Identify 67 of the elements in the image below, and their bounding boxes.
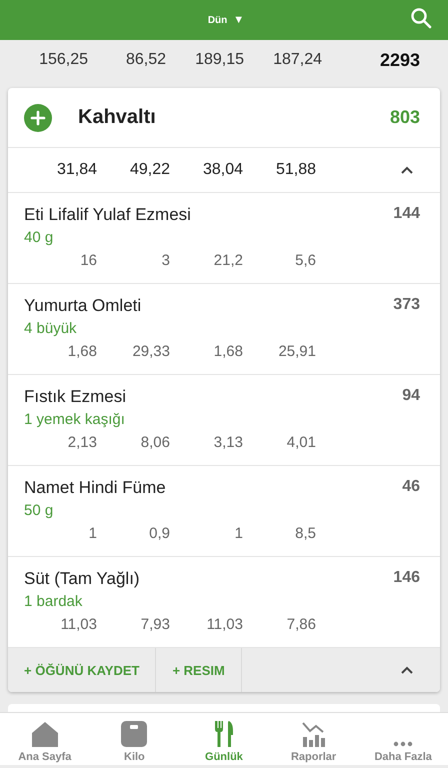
scale-icon — [121, 721, 148, 747]
nutrient-value: 1 — [234, 525, 243, 544]
nutrient-value: 11,03 — [206, 616, 243, 635]
food-portion: 1 bardak — [24, 593, 82, 610]
tab[interactable]: Ana Sayfa — [0, 713, 90, 765]
food-entry[interactable]: Fıstık Ezmesi 94 1 yemek kaşığı 2,13 8,06 3,13 4,01 — [8, 375, 440, 466]
food-portion: 50 g — [24, 502, 54, 519]
nutrient-value: 1,68 — [212, 343, 243, 362]
food-calories: 373 — [393, 296, 420, 315]
meal-action-button[interactable]: + RESIM — [156, 648, 242, 692]
food-portion: 4 büyük — [24, 320, 77, 337]
nutrient-value: 1,68 — [66, 343, 97, 362]
nutrient-value: 3,13 — [212, 434, 243, 453]
food-name: Eti Lifalif Yulaf Ezmesi — [24, 205, 191, 225]
food-entry[interactable]: Namet Hindi Füme 46 50 g 1 0,9 1 8,5 — [8, 466, 440, 557]
nutrient-total: 187,24 — [272, 51, 322, 69]
nutrient-value: 0,9 — [148, 525, 170, 544]
nutrient-total: 49,22 — [128, 161, 170, 180]
nutrient-value: 4,01 — [286, 434, 316, 453]
tab[interactable]: Daha Fazla — [358, 713, 448, 765]
nutrient-value: 2,13 — [66, 434, 97, 453]
nutrient-value: 25,91 — [277, 343, 316, 362]
nutrient-total: 189,15 — [194, 51, 244, 69]
food-calories: 146 — [393, 569, 420, 588]
food-calories: 46 — [402, 478, 420, 497]
nutrient-value: 8,5 — [294, 525, 316, 544]
food-name: Namet Hindi Füme — [24, 478, 166, 498]
food-calories: 144 — [393, 205, 420, 224]
nutrient-total: 51,88 — [274, 161, 316, 180]
meal-title: Kahvaltı — [78, 106, 157, 130]
nutrient-value: 1 — [88, 525, 97, 544]
meal-calories: 803 — [390, 107, 420, 128]
food-entry[interactable]: Eti Lifalif Yulaf Ezmesi 144 40 g 16 3 21,2 5,6 — [8, 193, 440, 284]
nutrient-value: 8,06 — [140, 434, 170, 453]
food-name: Fıstık Ezmesi — [24, 387, 126, 407]
fork-knife-icon — [214, 721, 234, 747]
food-entry[interactable]: Yumurta Omleti 373 4 büyük 1,68 29,33 1,68 25,91 — [8, 284, 440, 375]
collapse-icon[interactable] — [400, 165, 414, 176]
food-portion: 1 yemek kaşığı — [24, 411, 125, 428]
nutrient-total: 38,04 — [202, 161, 243, 180]
search-icon[interactable] — [410, 7, 432, 29]
nutrient-total: 156,25 — [38, 51, 88, 69]
home-icon — [30, 721, 59, 747]
reports-icon — [300, 721, 327, 747]
add-icon[interactable] — [24, 104, 52, 132]
nutrient-total: 86,52 — [124, 51, 166, 69]
date-selector[interactable]: Dün ▼ — [208, 14, 244, 26]
nutrient-value: 11,03 — [60, 616, 97, 635]
nutrient-value: 21,2 — [212, 252, 243, 271]
more-icon — [393, 741, 414, 747]
food-calories: 94 — [402, 387, 420, 406]
food-name: Yumurta Omleti — [24, 296, 142, 316]
meal-action-button[interactable]: + ÖĞÜNÜ KAYDET — [8, 648, 156, 692]
nutrient-value: 3 — [160, 252, 170, 271]
nutrient-value: 16 — [79, 252, 97, 271]
tab[interactable]: Kilo — [90, 713, 180, 765]
nutrient-total: 31,84 — [56, 161, 97, 180]
calorie-total: 2293 — [378, 50, 421, 70]
food-portion: 40 g — [24, 229, 54, 246]
collapse-icon[interactable] — [400, 665, 414, 675]
nutrient-value: 7,86 — [286, 616, 316, 635]
nutrient-value: 7,93 — [140, 616, 170, 635]
food-name: Süt (Tam Yağlı) — [24, 569, 140, 589]
tab[interactable]: Raporlar — [268, 713, 358, 765]
tab[interactable]: Günlük — [179, 713, 269, 765]
nutrient-value: 5,6 — [294, 252, 316, 271]
nutrient-value: 29,33 — [131, 343, 170, 362]
